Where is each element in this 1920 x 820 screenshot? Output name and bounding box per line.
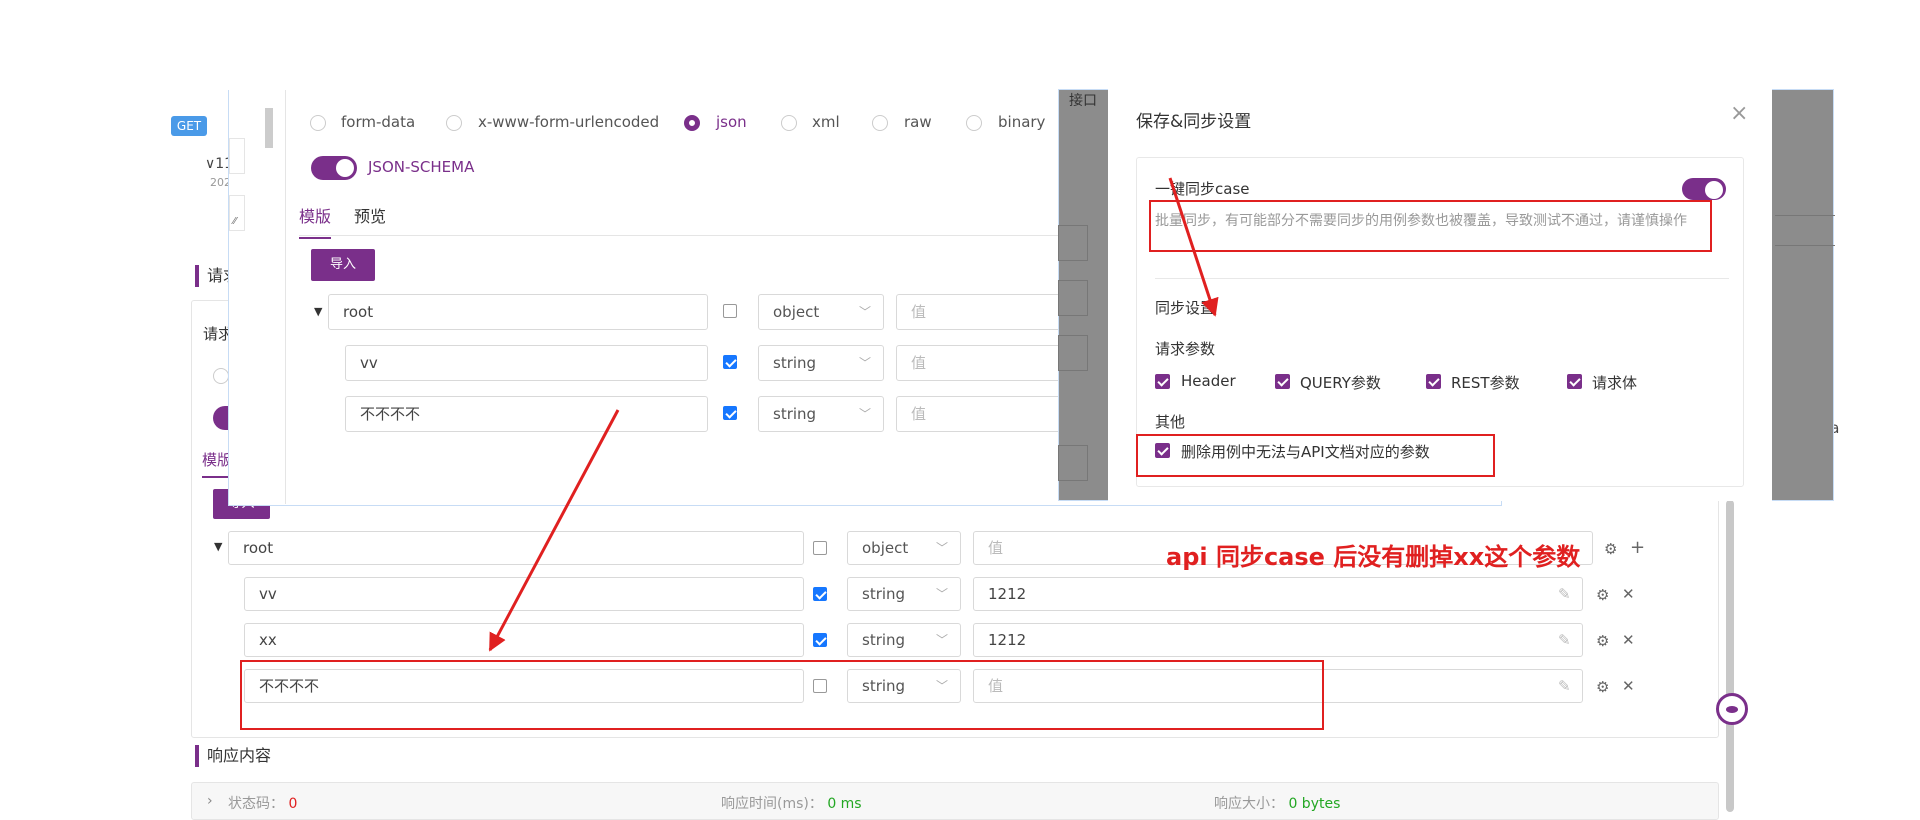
annotation-arrows: [488, 177, 1219, 652]
arrow-to-sync-settings: [1168, 177, 1219, 317]
arrow-to-missing-row: [488, 409, 620, 652]
